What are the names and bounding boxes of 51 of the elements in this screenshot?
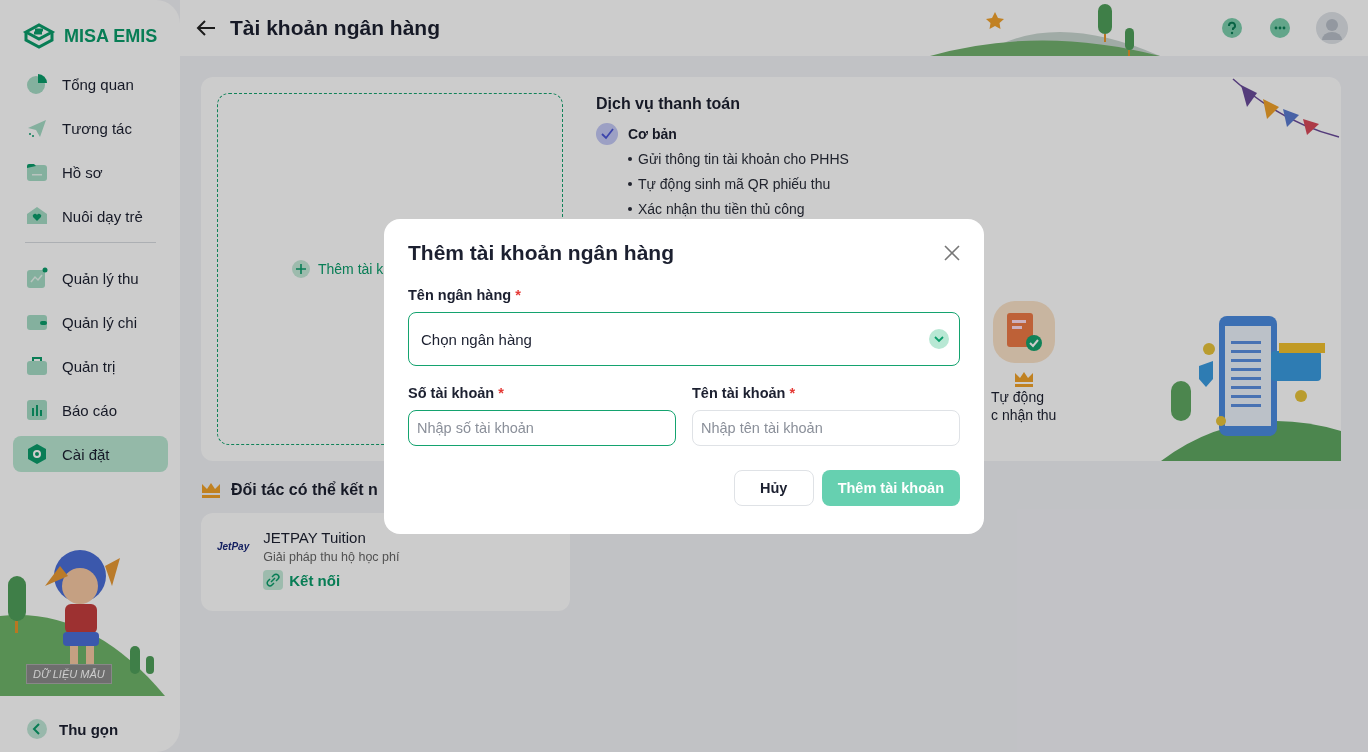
field-label: Tên tài khoản *	[692, 385, 797, 401]
sidebar-item[interactable]: Tương tác	[13, 110, 168, 146]
settings-icon	[26, 443, 48, 465]
field-label: Tên ngân hàng *	[408, 287, 522, 303]
paper-plane-icon	[26, 117, 48, 139]
briefcase-icon	[26, 355, 48, 377]
partner-logo: JetPay	[217, 541, 250, 554]
back-arrow-icon[interactable]	[196, 19, 216, 37]
sidebar-item[interactable]: Báo cáo	[13, 392, 168, 428]
receipt-icon	[992, 301, 1055, 363]
section-title: Đối tác có thể kết n	[231, 481, 378, 499]
input-field[interactable]: Nhập số tài khoản	[408, 410, 676, 446]
pie-chart-icon	[26, 73, 48, 95]
services-title: Dịch vụ thanh toán	[596, 95, 741, 113]
logo-icon	[22, 22, 56, 50]
logo-text: MISA EMIS	[64, 25, 158, 47]
partner-description: Giải pháp thu hộ học phí	[263, 550, 400, 564]
chart-icon	[26, 267, 48, 289]
plus-icon	[292, 260, 310, 278]
collapse-button[interactable]: Thu gọn	[13, 716, 168, 742]
sidebar-item[interactable]: Tổng quan	[13, 66, 168, 102]
feature-item: Tự động sinh mã QR phiếu thu	[638, 176, 831, 192]
bar-chart-icon	[26, 399, 48, 421]
sidebar-item[interactable]: Quản trị	[13, 348, 168, 384]
field-label: Số tài khoản *	[408, 385, 505, 401]
crown-icon	[1013, 371, 1034, 387]
chevron-down-icon	[929, 329, 949, 349]
plan-name: Cơ bản	[628, 126, 677, 142]
bank-select[interactable]: Chọn ngân hàng	[408, 312, 960, 366]
cancel-button[interactable]: Hủy	[733, 470, 814, 506]
chevron-left-icon	[27, 719, 47, 739]
link-icon	[263, 570, 284, 590]
feature-text: c nhận thu	[991, 407, 1057, 423]
crown-icon	[201, 482, 221, 498]
page-title: Tài khoản ngân hàng	[230, 16, 440, 40]
sidebar-item[interactable]: Quản lý thu	[13, 260, 168, 296]
sidebar-item[interactable]: Hồ sơ	[13, 154, 168, 190]
partner-name: JETPAY Tuition	[263, 529, 367, 546]
help-icon[interactable]	[1222, 18, 1242, 38]
feature-item: Gửi thông tin tài khoản cho PHHS	[638, 151, 849, 167]
more-icon[interactable]	[1270, 18, 1290, 38]
dialog-title: Thêm tài khoản ngân hàng	[408, 241, 675, 265]
close-icon[interactable]	[944, 245, 960, 261]
folder-icon	[26, 161, 48, 183]
sidebar-item[interactable]: Quản lý chi	[13, 304, 168, 340]
heart-icon	[26, 205, 48, 227]
feature-item: Xác nhận thu tiền thủ công	[638, 201, 805, 217]
sidebar-item[interactable]: Cài đặt	[13, 436, 168, 472]
sample-data-stamp: DỮ LIỆU MẪU	[26, 664, 112, 684]
feature-text: Tự động	[991, 389, 1044, 405]
sidebar-item[interactable]: Nuôi dạy trẻ	[13, 198, 168, 234]
